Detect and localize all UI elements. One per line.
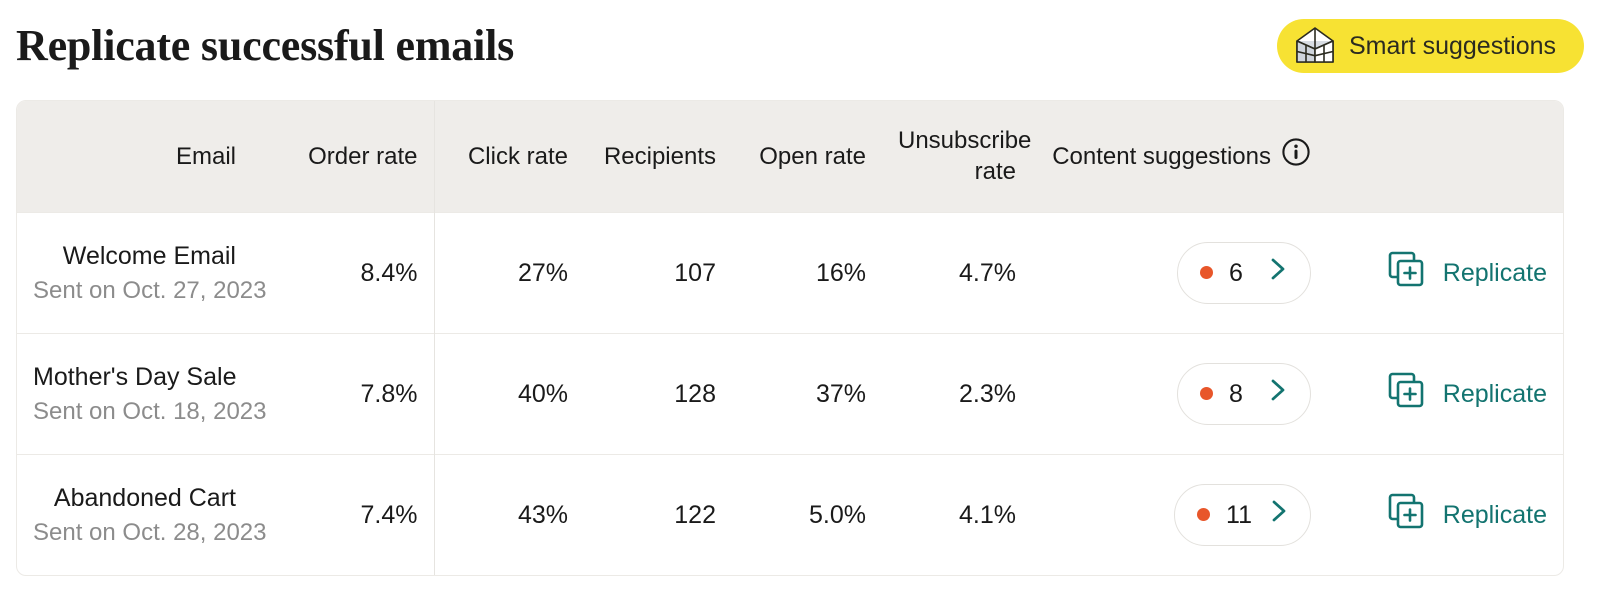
chevron-right-icon[interactable] xyxy=(1267,256,1289,289)
status-dot-icon xyxy=(1200,387,1213,400)
cell-order-rate: 7.8% xyxy=(252,333,434,454)
email-name: Mother's Day Sale xyxy=(33,362,236,392)
column-header-actions xyxy=(1327,101,1563,212)
email-sent-date: Sent on Oct. 28, 2023 xyxy=(33,518,236,547)
cell-click-rate: 27% xyxy=(434,212,584,333)
cell-content-suggestions: 11 xyxy=(1032,454,1327,575)
cell-unsubscribe-rate: 4.7% xyxy=(882,212,1032,333)
column-header-unsubscribe-rate: Unsubscribe rate xyxy=(882,101,1032,212)
cell-action: Replicate xyxy=(1327,454,1563,575)
content-suggestions-count: 8 xyxy=(1229,380,1251,408)
email-metrics-table: Email Order rate Click rate Recipients O… xyxy=(17,101,1563,575)
email-name: Abandoned Cart xyxy=(33,483,236,513)
duplicate-icon xyxy=(1387,250,1425,295)
page-title: Replicate successful emails xyxy=(16,21,514,71)
cell-order-rate: 8.4% xyxy=(252,212,434,333)
email-name: Welcome Email xyxy=(33,241,236,271)
greenhouse-icon xyxy=(1293,25,1337,68)
replicate-button[interactable]: Replicate xyxy=(1387,492,1547,537)
cell-action: Replicate xyxy=(1327,212,1563,333)
table-row[interactable]: Abandoned Cart Sent on Oct. 28, 2023 7.4… xyxy=(17,454,1563,575)
table-row[interactable]: Mother's Day Sale Sent on Oct. 18, 2023 … xyxy=(17,333,1563,454)
duplicate-icon xyxy=(1387,492,1425,537)
email-sent-date: Sent on Oct. 18, 2023 xyxy=(33,397,236,426)
replicate-label: Replicate xyxy=(1443,501,1547,529)
cell-email: Mother's Day Sale Sent on Oct. 18, 2023 xyxy=(17,333,252,454)
column-header-order-rate: Order rate xyxy=(252,101,434,212)
cell-action: Replicate xyxy=(1327,333,1563,454)
cell-click-rate: 40% xyxy=(434,333,584,454)
cell-recipients: 122 xyxy=(584,454,732,575)
replicate-label: Replicate xyxy=(1443,259,1547,287)
column-header-recipients: Recipients xyxy=(584,101,732,212)
cell-email: Abandoned Cart Sent on Oct. 28, 2023 xyxy=(17,454,252,575)
cell-recipients: 107 xyxy=(584,212,732,333)
info-icon[interactable] xyxy=(1281,137,1311,175)
status-dot-icon xyxy=(1197,508,1210,521)
column-header-click-rate: Click rate xyxy=(434,101,584,212)
status-dot-icon xyxy=(1200,266,1213,279)
cell-open-rate: 16% xyxy=(732,212,882,333)
table-body: Welcome Email Sent on Oct. 27, 2023 8.4%… xyxy=(17,212,1563,575)
cell-content-suggestions: 8 xyxy=(1032,333,1327,454)
replicate-label: Replicate xyxy=(1443,380,1547,408)
chevron-right-icon[interactable] xyxy=(1267,377,1289,410)
email-metrics-table-container: Email Order rate Click rate Recipients O… xyxy=(16,100,1564,576)
content-suggestions-count: 6 xyxy=(1229,259,1251,287)
cell-open-rate: 37% xyxy=(732,333,882,454)
replicate-button[interactable]: Replicate xyxy=(1387,250,1547,295)
column-header-open-rate: Open rate xyxy=(732,101,882,212)
cell-recipients: 128 xyxy=(584,333,732,454)
cell-unsubscribe-rate: 4.1% xyxy=(882,454,1032,575)
cell-click-rate: 43% xyxy=(434,454,584,575)
content-suggestions-pill[interactable]: 6 xyxy=(1177,242,1311,304)
replicate-successful-emails-page: Replicate successful emails xyxy=(0,0,1600,608)
table-header: Email Order rate Click rate Recipients O… xyxy=(17,101,1563,212)
table-header-row: Email Order rate Click rate Recipients O… xyxy=(17,101,1563,212)
cell-content-suggestions: 6 xyxy=(1032,212,1327,333)
email-sent-date: Sent on Oct. 27, 2023 xyxy=(33,276,236,305)
cell-unsubscribe-rate: 2.3% xyxy=(882,333,1032,454)
column-header-email: Email xyxy=(17,101,252,212)
content-suggestions-count: 11 xyxy=(1226,501,1252,529)
cell-email: Welcome Email Sent on Oct. 27, 2023 xyxy=(17,212,252,333)
page-header: Replicate successful emails xyxy=(0,0,1600,92)
cell-open-rate: 5.0% xyxy=(732,454,882,575)
content-suggestions-pill[interactable]: 8 xyxy=(1177,363,1311,425)
content-suggestions-pill[interactable]: 11 xyxy=(1174,484,1311,546)
replicate-button[interactable]: Replicate xyxy=(1387,371,1547,416)
smart-suggestions-label: Smart suggestions xyxy=(1349,32,1556,60)
table-row[interactable]: Welcome Email Sent on Oct. 27, 2023 8.4%… xyxy=(17,212,1563,333)
cell-order-rate: 7.4% xyxy=(252,454,434,575)
chevron-right-icon[interactable] xyxy=(1268,498,1290,531)
column-header-content-suggestions-label: Content suggestions xyxy=(1052,141,1271,172)
smart-suggestions-button[interactable]: Smart suggestions xyxy=(1277,19,1584,73)
column-header-content-suggestions: Content suggestions xyxy=(1032,101,1327,212)
duplicate-icon xyxy=(1387,371,1425,416)
